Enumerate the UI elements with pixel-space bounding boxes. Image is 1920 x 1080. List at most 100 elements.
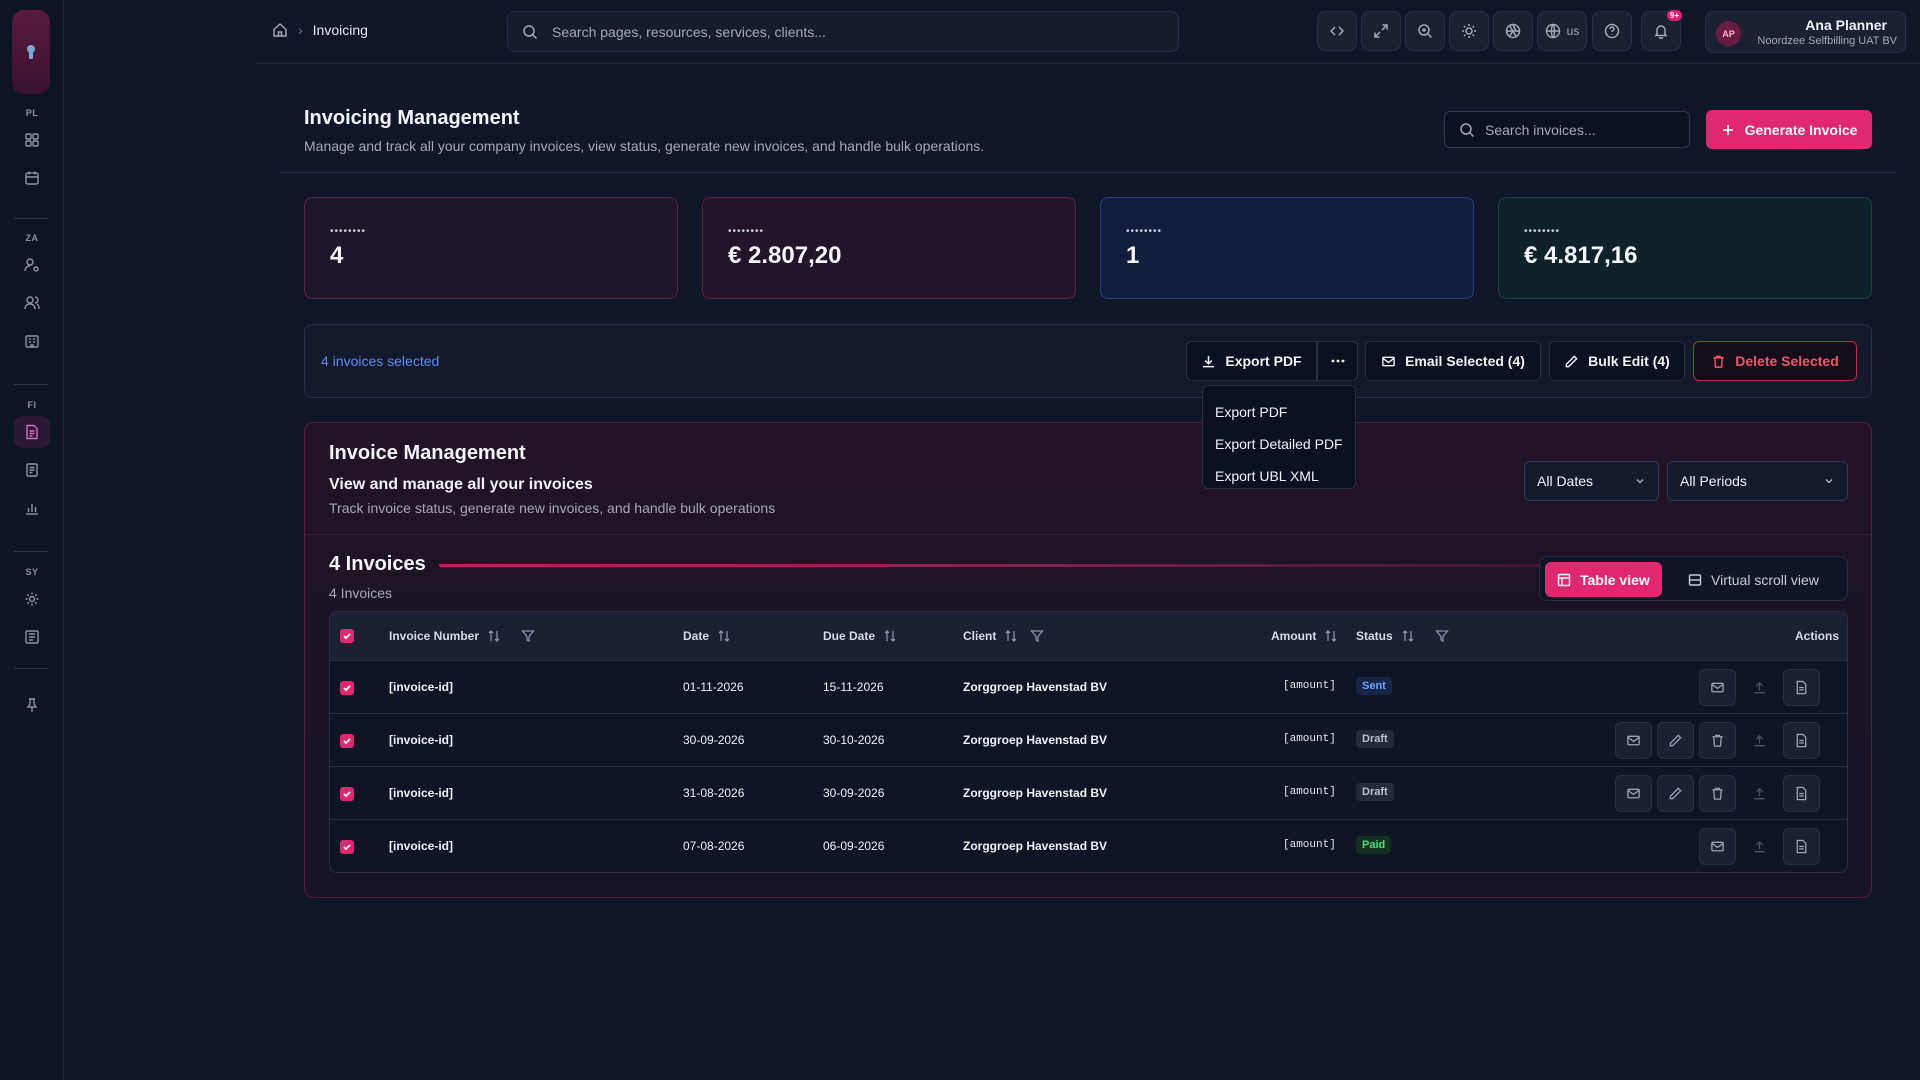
filter-icon[interactable] — [1434, 629, 1449, 643]
select-all-checkbox[interactable] — [340, 629, 354, 643]
edit-invoice-button[interactable] — [1657, 722, 1694, 759]
view-pdf-button[interactable] — [1783, 669, 1820, 706]
view-pdf-button[interactable] — [1783, 775, 1820, 812]
fullscreen-button[interactable] — [1361, 11, 1401, 51]
email-selected-button[interactable]: Email Selected (4) — [1365, 341, 1541, 381]
cell-amount: [amount] — [1283, 680, 1336, 692]
home-icon[interactable] — [272, 22, 288, 38]
table-row[interactable]: [invoice-id] 31-08-2026 30-09-2026 Zorgg… — [330, 767, 1847, 820]
export-pdf-button[interactable]: Export PDF — [1186, 341, 1317, 381]
zoom-button[interactable] — [1405, 11, 1445, 51]
sidebar-divider — [14, 668, 48, 669]
delete-invoice-button[interactable] — [1699, 722, 1736, 759]
notifications-button[interactable]: 9+ — [1641, 10, 1682, 51]
sidebar-group-fi: FI — [0, 400, 64, 530]
invoice-management-panel: Invoice Management View and manage all y… — [304, 422, 1872, 898]
table-row[interactable]: [invoice-id] 01-11-2026 15-11-2026 Zorgg… — [330, 661, 1847, 714]
email-invoice-button[interactable] — [1615, 775, 1652, 812]
filter-icon[interactable] — [1030, 629, 1045, 643]
help-button[interactable] — [1592, 11, 1632, 51]
generate-invoice-button[interactable]: Generate Invoice — [1706, 110, 1872, 149]
upload-icon — [1754, 787, 1765, 800]
sidebar-group-za: ZA — [0, 233, 64, 363]
page-subtitle: Manage and track all your company invoic… — [304, 138, 985, 154]
sun-icon — [1462, 24, 1476, 38]
row-checkbox[interactable] — [340, 734, 354, 748]
cell-invoice-number[interactable]: [invoice-id] — [389, 733, 453, 747]
sidebar-divider — [14, 384, 48, 385]
view-pdf-button[interactable] — [1783, 828, 1820, 865]
sort-icon — [1005, 630, 1017, 642]
grid-icon — [25, 133, 39, 147]
sidebar-item-settings[interactable] — [14, 583, 50, 615]
date-filter-select[interactable]: All Dates — [1524, 461, 1659, 501]
upload-invoice-button[interactable] — [1741, 775, 1778, 812]
delete-invoice-button[interactable] — [1699, 775, 1736, 812]
zoom-in-icon — [1418, 24, 1433, 39]
email-invoice-button[interactable] — [1699, 828, 1736, 865]
sidebar-item-calendar[interactable] — [14, 162, 50, 194]
column-due-date-label: Due Date — [823, 629, 876, 643]
upload-invoice-button[interactable] — [1741, 828, 1778, 865]
edit-invoice-button[interactable] — [1657, 775, 1694, 812]
search-icon — [1460, 122, 1475, 137]
menu-item-export-ubl-xml[interactable]: Export UBL XML — [1203, 460, 1355, 492]
cell-amount: [amount] — [1283, 733, 1336, 745]
upload-invoice-button[interactable] — [1741, 669, 1778, 706]
cell-invoice-number[interactable]: [invoice-id] — [389, 839, 453, 853]
upload-icon — [1754, 681, 1765, 694]
column-client[interactable]: Client — [963, 629, 1045, 643]
view-pdf-button[interactable] — [1783, 722, 1820, 759]
sidebar-item-printer[interactable] — [14, 621, 50, 653]
language-code: us — [1566, 24, 1580, 38]
bulk-edit-button[interactable]: Bulk Edit (4) — [1549, 341, 1685, 381]
invoice-search-input[interactable]: Search invoices... — [1444, 111, 1690, 148]
menu-item-export-pdf[interactable]: Export PDF — [1203, 396, 1355, 428]
list-layout-icon — [1688, 573, 1702, 586]
filter-icon[interactable] — [521, 629, 535, 643]
column-date[interactable]: Date — [683, 629, 731, 643]
appearance-button[interactable] — [1493, 11, 1533, 51]
column-status[interactable]: Status — [1356, 629, 1449, 643]
sort-icon — [488, 630, 500, 642]
cell-invoice-number[interactable]: [invoice-id] — [389, 680, 453, 694]
sidebar-item-invoicing[interactable] — [14, 416, 50, 448]
sidebar-item-user-settings[interactable] — [14, 249, 50, 281]
table-row[interactable]: [invoice-id] 30-09-2026 30-10-2026 Zorgg… — [330, 714, 1847, 767]
column-amount[interactable]: Amount — [1271, 629, 1338, 643]
cell-invoice-number[interactable]: [invoice-id] — [389, 786, 453, 800]
sidebar-item-reports[interactable] — [14, 492, 50, 524]
period-filter-select[interactable]: All Periods — [1667, 461, 1848, 501]
user-menu[interactable]: AP Ana Planner Noordzee Selfbilling UAT … — [1705, 11, 1906, 53]
user-organization: Noordzee Selfbilling UAT BV — [1757, 35, 1897, 47]
invoice-count-subtitle: 4 Invoices — [329, 585, 393, 601]
global-search-input[interactable]: Search pages, resources, services, clien… — [507, 11, 1179, 52]
app-logo[interactable] — [12, 10, 50, 94]
menu-item-export-detailed-pdf[interactable]: Export Detailed PDF — [1203, 428, 1355, 460]
chevron-down-icon — [1825, 478, 1833, 484]
language-button[interactable]: us — [1537, 11, 1587, 51]
column-due-date[interactable]: Due Date — [823, 629, 897, 643]
sidebar-item-receipts[interactable] — [14, 454, 50, 486]
tab-virtual-scroll-view[interactable]: Virtual scroll view — [1676, 562, 1831, 597]
collapse-button[interactable] — [1317, 11, 1357, 51]
email-invoice-button[interactable] — [1699, 669, 1736, 706]
row-checkbox[interactable] — [340, 787, 354, 801]
email-invoice-button[interactable] — [1615, 722, 1652, 759]
sidebar-item-users[interactable] — [14, 287, 50, 319]
sort-icon — [718, 630, 730, 642]
row-checkbox[interactable] — [340, 840, 354, 854]
pin-sidebar-button[interactable] — [14, 689, 50, 721]
export-options-button[interactable] — [1317, 341, 1358, 381]
delete-selected-button[interactable]: Delete Selected — [1693, 341, 1857, 381]
upload-invoice-button[interactable] — [1741, 722, 1778, 759]
sidebar-item-dashboard[interactable] — [14, 124, 50, 156]
help-icon — [1604, 23, 1620, 39]
row-checkbox[interactable] — [340, 681, 354, 695]
table-row[interactable]: [invoice-id] 07-08-2026 06-09-2026 Zorgg… — [330, 820, 1847, 872]
tab-table-view[interactable]: Table view — [1545, 562, 1662, 597]
sidebar-item-building[interactable] — [14, 325, 50, 357]
theme-toggle-button[interactable] — [1449, 11, 1489, 51]
column-invoice-number[interactable]: Invoice Number — [389, 629, 535, 643]
invoice-icon — [26, 424, 38, 440]
